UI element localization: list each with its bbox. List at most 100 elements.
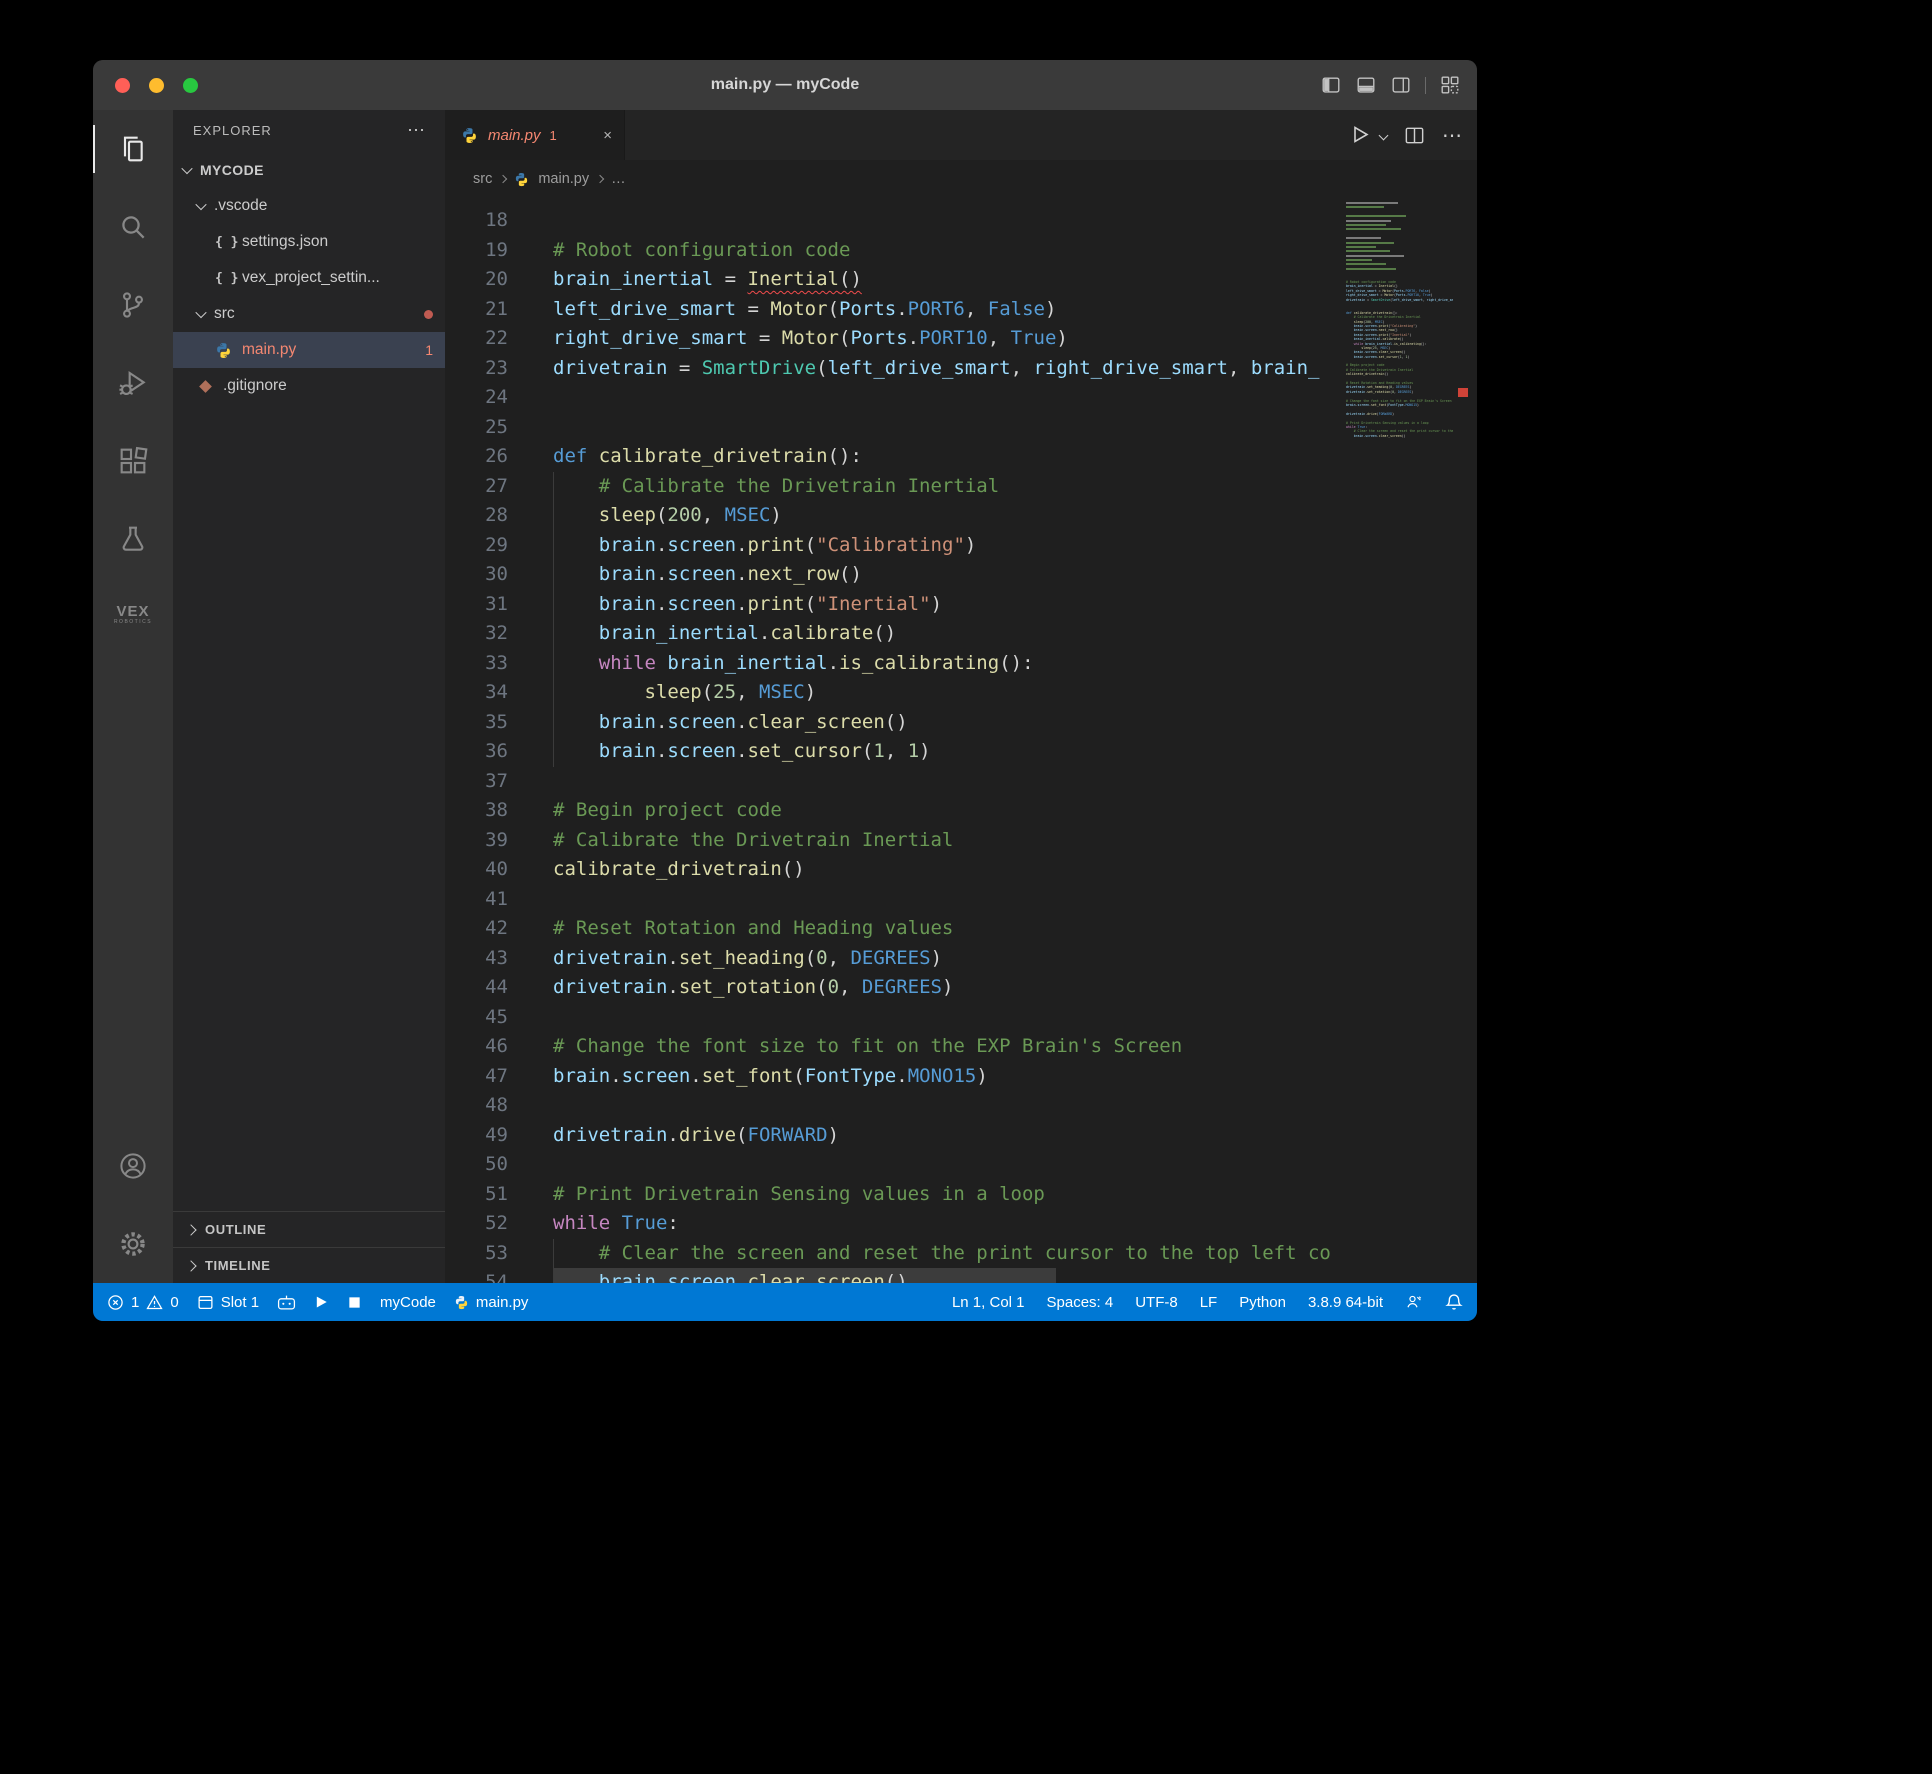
eol-sequence[interactable]: LF: [1200, 1294, 1218, 1311]
zoom-window-button[interactable]: [183, 78, 198, 93]
activity-source-control[interactable]: [93, 266, 173, 344]
more-actions-icon[interactable]: ⋯: [1442, 123, 1463, 148]
indentation[interactable]: Spaces: 4: [1047, 1294, 1114, 1311]
slot-selector[interactable]: Slot 1: [197, 1294, 259, 1311]
activity-search[interactable]: [93, 188, 173, 266]
activity-run-debug[interactable]: [93, 344, 173, 422]
code-line[interactable]: 36 brain.screen.set_cursor(1, 1): [445, 737, 1477, 767]
code-token: .: [656, 593, 667, 615]
code-line[interactable]: 49drivetrain.drive(FORWARD): [445, 1121, 1477, 1151]
tab-main-py[interactable]: main.py 1 ×: [445, 110, 625, 160]
stop-button[interactable]: [347, 1295, 362, 1310]
breadcrumb-main-py[interactable]: main.py: [514, 171, 589, 187]
code-token: .: [667, 1124, 678, 1146]
toggle-sidebar-icon[interactable]: [1320, 74, 1342, 96]
python-interpreter[interactable]: 3.8.9 64-bit: [1308, 1294, 1383, 1311]
code-line[interactable]: 45: [445, 1003, 1477, 1033]
cursor-position[interactable]: Ln 1, Col 1: [952, 1294, 1025, 1311]
code-line[interactable]: 40calibrate_drivetrain(): [445, 855, 1477, 885]
code-token: drivetrain: [553, 976, 667, 998]
tree-file-gitignore[interactable]: .gitignore: [173, 368, 445, 404]
encoding[interactable]: UTF-8: [1135, 1294, 1178, 1311]
run-file-button[interactable]: [1348, 123, 1372, 147]
tree-file-vex-project-settings[interactable]: { } vex_project_settin...: [173, 260, 445, 296]
activity-account[interactable]: [93, 1127, 173, 1205]
tree-root-mycode[interactable]: MYCODE: [173, 152, 445, 188]
notifications-bell-icon[interactable]: [1445, 1293, 1463, 1311]
activity-testing[interactable]: [93, 500, 173, 578]
code-line[interactable]: 48: [445, 1091, 1477, 1121]
code-line[interactable]: 43drivetrain.set_heading(0, DEGREES): [445, 944, 1477, 974]
tree-file-settings-json[interactable]: { } settings.json: [173, 224, 445, 260]
minimize-window-button[interactable]: [149, 78, 164, 93]
activity-settings[interactable]: [93, 1205, 173, 1283]
code-line[interactable]: 22right_drive_smart = Motor(Ports.PORT10…: [445, 324, 1477, 354]
code-line[interactable]: 53 # Clear the screen and reset the prin…: [445, 1239, 1477, 1269]
customize-layout-icon[interactable]: [1439, 74, 1461, 96]
code-line[interactable]: 47brain.screen.set_font(FontType.MONO15): [445, 1062, 1477, 1092]
code-line[interactable]: 18: [445, 206, 1477, 236]
code-line[interactable]: 30 brain.screen.next_row(): [445, 560, 1477, 590]
timeline-section[interactable]: TIMELINE: [173, 1247, 445, 1283]
code-line[interactable]: 39# Calibrate the Drivetrain Inertial: [445, 826, 1477, 856]
split-editor-icon[interactable]: [1403, 124, 1426, 147]
activity-explorer[interactable]: [93, 110, 173, 188]
feedback-person-icon[interactable]: [1405, 1293, 1423, 1311]
code-line[interactable]: 28 sleep(200, MSEC): [445, 501, 1477, 531]
close-window-button[interactable]: [115, 78, 130, 93]
code-line[interactable]: 44drivetrain.set_rotation(0, DEGREES): [445, 973, 1477, 1003]
code-line[interactable]: 21left_drive_smart = Motor(Ports.PORT6, …: [445, 295, 1477, 325]
code-line[interactable]: 23drivetrain = SmartDrive(left_drive_sma…: [445, 354, 1477, 384]
activity-extensions[interactable]: [93, 422, 173, 500]
breadcrumb-label: main.py: [538, 171, 589, 187]
code-line[interactable]: 52while True:: [445, 1209, 1477, 1239]
code-line[interactable]: 38# Begin project code: [445, 796, 1477, 826]
outline-section[interactable]: OUTLINE: [173, 1211, 445, 1247]
explorer-more-actions-icon[interactable]: ⋯: [407, 120, 427, 141]
breadcrumb-src[interactable]: src: [473, 171, 492, 187]
toggle-secondary-sidebar-icon[interactable]: [1390, 74, 1412, 96]
code-line[interactable]: 29 brain.screen.print("Calibrating"): [445, 531, 1477, 561]
code-token: [553, 1242, 599, 1264]
code-token: [553, 711, 599, 733]
close-icon[interactable]: ×: [603, 127, 612, 144]
code-line[interactable]: 19# Robot configuration code: [445, 236, 1477, 266]
scrollbar[interactable]: [1455, 198, 1477, 1283]
code-line[interactable]: 51# Print Drivetrain Sensing values in a…: [445, 1180, 1477, 1210]
code-line[interactable]: 54 brain.screen.clear_screen(): [445, 1268, 1477, 1283]
project-name[interactable]: myCode: [380, 1294, 436, 1311]
code-line[interactable]: 27 # Calibrate the Drivetrain Inertial: [445, 472, 1477, 502]
language-mode[interactable]: Python: [1239, 1294, 1286, 1311]
breadcrumb-symbol[interactable]: …: [611, 171, 626, 187]
minimap[interactable]: # Robot configuration codebrain_inertial…: [1340, 198, 1455, 1283]
run-project-button[interactable]: [314, 1294, 329, 1310]
code-line[interactable]: 26def calibrate_drivetrain():: [445, 442, 1477, 472]
code-line[interactable]: 32 brain_inertial.calibrate(): [445, 619, 1477, 649]
run-dropdown-chevron-icon[interactable]: [1379, 130, 1389, 140]
tree-folder-vscode[interactable]: .vscode: [173, 188, 445, 224]
tree-file-main-py[interactable]: main.py 1: [173, 332, 445, 368]
code-line[interactable]: 41: [445, 885, 1477, 915]
code-line[interactable]: 50: [445, 1150, 1477, 1180]
code-editor[interactable]: 1819# Robot configuration code20brain_in…: [445, 198, 1477, 1283]
vex-brain-button[interactable]: [277, 1294, 296, 1311]
toggle-panel-icon[interactable]: [1355, 74, 1377, 96]
activity-vex[interactable]: VEXROBOTICS: [93, 578, 173, 656]
code-line[interactable]: 31 brain.screen.print("Inertial"): [445, 590, 1477, 620]
code-token: [553, 475, 599, 497]
code-line[interactable]: 25: [445, 413, 1477, 443]
code-token: MSEC: [759, 681, 805, 703]
tree-folder-src[interactable]: src: [173, 296, 445, 332]
code-line[interactable]: 46# Change the font size to fit on the E…: [445, 1032, 1477, 1062]
problems-indicator[interactable]: 1 0: [107, 1294, 179, 1311]
code-line[interactable]: 37: [445, 767, 1477, 797]
code-line[interactable]: 24: [445, 383, 1477, 413]
titlebar: main.py — myCode: [93, 60, 1477, 110]
code-line[interactable]: 34 sleep(25, MSEC): [445, 678, 1477, 708]
titlebar-divider: [1425, 77, 1426, 94]
code-line[interactable]: 33 while brain_inertial.is_calibrating()…: [445, 649, 1477, 679]
code-line[interactable]: 20brain_inertial = Inertial(): [445, 265, 1477, 295]
active-file[interactable]: main.py: [454, 1294, 529, 1311]
code-line[interactable]: 42# Reset Rotation and Heading values: [445, 914, 1477, 944]
code-line[interactable]: 35 brain.screen.clear_screen(): [445, 708, 1477, 738]
